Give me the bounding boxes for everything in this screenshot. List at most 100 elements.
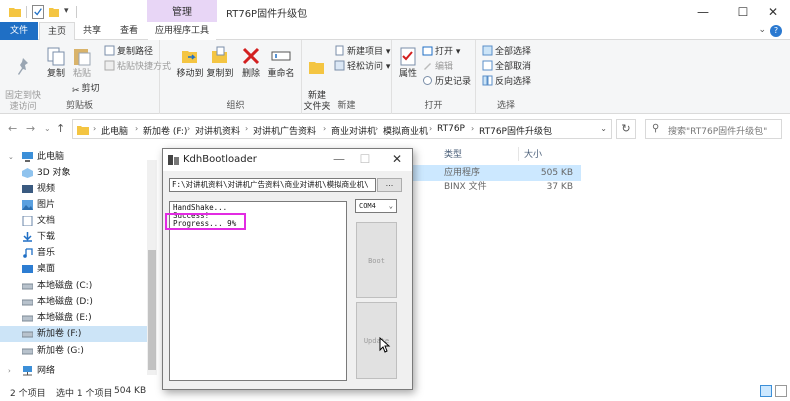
open-icon <box>422 46 433 56</box>
selection-count: 选中 1 个项目 <box>56 389 113 399</box>
select-all-button[interactable]: 全部选择 <box>482 45 531 59</box>
file-type: BINX 文件 <box>444 182 487 192</box>
column-header-size[interactable]: 大小 <box>524 147 542 160</box>
chevron-right-icon[interactable]: › <box>8 363 11 379</box>
copy-path-icon <box>104 45 115 56</box>
column-header-type[interactable]: 类型 <box>444 147 462 160</box>
chevron-down-icon[interactable]: ⌄ <box>758 25 766 35</box>
com-port-select[interactable]: COM4 ⌄ <box>355 199 397 213</box>
breadcrumb-this-pc[interactable]: 此电脑 <box>101 124 128 137</box>
nav-item-drive-g[interactable]: 新加卷 (G:) <box>0 343 150 359</box>
easy-access-icon <box>334 60 345 71</box>
organize-group-label: 组织 <box>226 101 245 111</box>
delete-button[interactable]: 删除 <box>240 45 262 80</box>
file-row[interactable]: BINX 文件 37 KB <box>406 179 581 195</box>
breadcrumb-radio-docs[interactable]: 对讲机资料 <box>195 124 240 137</box>
chevron-down-icon[interactable]: ⌄ <box>8 149 14 165</box>
drive-icon <box>22 299 33 306</box>
refresh-button[interactable]: ↻ <box>616 119 636 139</box>
new-group-label: 新建 <box>337 101 356 111</box>
maximize-button[interactable]: ☐ <box>733 4 753 20</box>
firmware-path-field[interactable]: F:\对讲机资料\对讲机广告资料\商业对讲机\模拟商业机\ <box>169 178 376 192</box>
open-button[interactable]: 打开 ▾ <box>422 45 460 59</box>
tab-view[interactable]: 查看 <box>112 22 146 40</box>
history-button[interactable]: 历史记录 <box>422 75 471 89</box>
paste-shortcut-label: 粘贴快捷方式 <box>117 62 172 72</box>
chevron-down-icon[interactable]: ⌄ <box>600 124 607 133</box>
dialog-close-button[interactable]: ✕ <box>389 152 405 166</box>
nav-item-drive-e[interactable]: 本地磁盘 (E:) <box>0 310 150 326</box>
details-view-icon[interactable] <box>760 385 772 397</box>
select-none-button[interactable]: 全部取消 <box>482 60 531 74</box>
com-port-value: COM4 <box>359 202 376 210</box>
paste-shortcut-button[interactable]: 粘贴快捷方式 <box>104 60 171 74</box>
rename-label: 重命名 <box>267 69 295 79</box>
properties-quick-icon[interactable] <box>32 5 44 19</box>
cut-button[interactable]: ✂ 剪切 <box>72 82 100 96</box>
browse-button[interactable]: ... <box>377 178 402 192</box>
search-input[interactable]: ⚲ 搜索"RT76P固件升级包" <box>645 119 782 139</box>
tab-manage[interactable]: 管理 <box>147 0 217 22</box>
paste-button[interactable]: 粘贴 <box>70 45 94 80</box>
nav-item-videos[interactable]: 视频 <box>0 181 150 197</box>
nav-item-network[interactable]: › 网络 <box>0 363 150 379</box>
address-bar[interactable]: › 此电脑 › 新加卷 (F:) › 对讲机资料 › 对讲机广告资料 › 商业对… <box>72 119 612 139</box>
column-divider[interactable] <box>518 147 519 161</box>
navigation-scrollbar[interactable] <box>147 160 157 375</box>
delete-label: 删除 <box>241 69 260 79</box>
breadcrumb-firmware-package[interactable]: RT76P固件升级包 <box>479 124 552 137</box>
scrollbar-thumb[interactable] <box>148 250 156 370</box>
tab-application-tools[interactable]: 应用程序工具 <box>148 22 216 40</box>
nav-item-this-pc[interactable]: ⌄ 此电脑 <box>0 149 150 165</box>
invert-selection-icon <box>482 75 493 86</box>
easy-access-button[interactable]: 轻松访问 ▾ <box>334 60 390 74</box>
dialog-minimize-button[interactable]: — <box>331 152 347 166</box>
breadcrumb-drive-f[interactable]: 新加卷 (F:) <box>143 124 187 137</box>
nav-item-drive-d[interactable]: 本地磁盘 (D:) <box>0 294 150 310</box>
nav-item-music[interactable]: 音乐 <box>0 245 150 261</box>
drive-icon <box>22 348 33 355</box>
edit-icon <box>424 63 431 70</box>
help-icon[interactable]: ? <box>770 25 782 37</box>
boot-button[interactable]: Boot <box>356 222 397 298</box>
new-item-button[interactable]: 新建项目 ▾ <box>334 45 390 59</box>
desktop-icon <box>22 265 33 273</box>
breadcrumb-analog-commercial[interactable]: 模拟商业机 <box>383 124 428 137</box>
breadcrumb-radio-ad-docs[interactable]: 对讲机广告资料 <box>253 124 316 137</box>
large-icons-view-icon[interactable] <box>775 385 787 397</box>
breadcrumb-commercial-radios[interactable]: 商业对讲机 <box>331 124 376 137</box>
nav-item-drive-c[interactable]: 本地磁盘 (C:) <box>0 278 150 294</box>
properties-button[interactable]: 属性 <box>396 45 420 80</box>
move-to-button[interactable]: 移动到 <box>176 45 204 80</box>
copy-to-button[interactable]: 复制到 <box>206 45 234 80</box>
tab-file[interactable]: 文件 <box>0 22 38 40</box>
copy-path-button[interactable]: 复制路径 <box>104 45 153 59</box>
rename-button[interactable]: 重命名 <box>266 45 296 80</box>
drive-icon <box>22 283 33 290</box>
dialog-maximize-button[interactable]: ☐ <box>357 152 373 166</box>
tab-home[interactable]: 主页 <box>39 22 75 40</box>
nav-item-3d-objects[interactable]: 3D 对象 <box>0 165 150 181</box>
nav-item-downloads[interactable]: 下载 <box>0 229 150 245</box>
dialog-title-bar[interactable]: KdhBootloader — ☐ ✕ <box>163 149 412 171</box>
close-button[interactable]: ✕ <box>763 4 783 20</box>
recent-locations-icon[interactable]: ⌄ <box>44 124 51 133</box>
tab-share[interactable]: 共享 <box>76 22 108 40</box>
nav-item-drive-f[interactable]: 新加卷 (F:) <box>0 326 150 342</box>
navigation-pane: ⌄ 此电脑 3D 对象 视频 图片 文档 下载 音乐 桌面 本地磁盘 (C:) … <box>0 143 158 383</box>
invert-selection-button[interactable]: 反向选择 <box>482 75 531 89</box>
copy-button[interactable]: 复制 <box>44 45 68 80</box>
edit-button[interactable]: 编辑 <box>422 60 453 74</box>
nav-item-desktop[interactable]: 桌面 <box>0 261 150 277</box>
customize-toolbar-icon[interactable]: ▾ <box>64 6 69 20</box>
up-arrow-icon[interactable]: ↑ <box>56 122 65 135</box>
file-size: 37 KB <box>546 182 573 192</box>
history-icon <box>423 76 432 85</box>
nav-item-pictures[interactable]: 图片 <box>0 197 150 213</box>
nav-item-documents[interactable]: 文档 <box>0 213 150 229</box>
breadcrumb-rt76p[interactable]: RT76P <box>437 124 465 134</box>
forward-arrow-icon[interactable]: → <box>26 122 35 135</box>
minimize-button[interactable]: — <box>693 4 713 20</box>
new-folder-quick-icon[interactable] <box>48 5 60 19</box>
back-arrow-icon[interactable]: ← <box>8 122 17 135</box>
